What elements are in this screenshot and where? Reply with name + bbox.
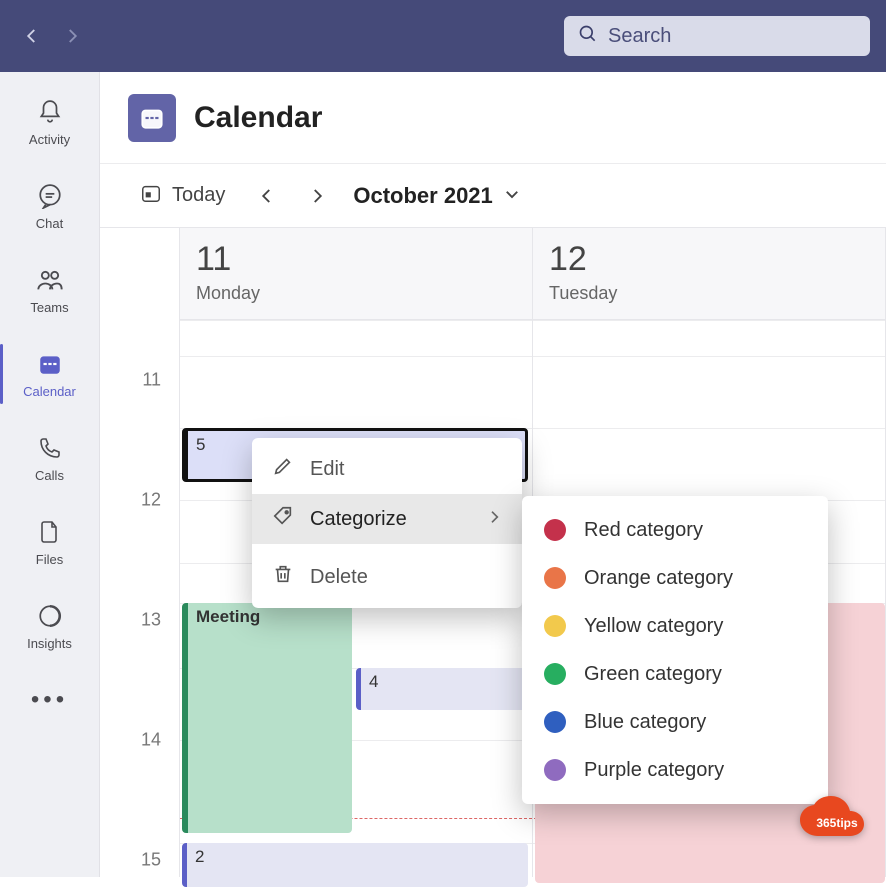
watermark-badge: 365tips — [798, 796, 876, 851]
rail-label: Insights — [27, 636, 72, 651]
rail-more-button[interactable]: ••• — [31, 686, 68, 714]
event-title: 5 — [196, 435, 205, 454]
category-label: Blue category — [584, 711, 706, 734]
phone-icon — [36, 434, 64, 462]
category-label: Red category — [584, 519, 703, 542]
file-icon — [36, 518, 64, 546]
categorize-submenu: Red category Orange category Yellow cate… — [522, 496, 828, 804]
rail-chat[interactable]: Chat — [0, 164, 99, 248]
category-red[interactable]: Red category — [522, 506, 828, 554]
event[interactable]: 4 — [356, 668, 528, 710]
category-orange[interactable]: Orange category — [522, 554, 828, 602]
time-gutter: 11 12 13 14 15 — [100, 228, 180, 877]
day-header: 12 Tuesday — [533, 228, 885, 320]
color-swatch — [544, 711, 566, 733]
calendar-icon — [36, 350, 64, 378]
page-header: Calendar — [100, 72, 886, 164]
event-title: Meeting — [196, 607, 260, 626]
hour-label: 12 — [141, 490, 161, 511]
chevron-down-icon — [503, 183, 521, 209]
context-menu-categorize[interactable]: Categorize — [252, 494, 522, 544]
chevron-right-icon — [486, 508, 502, 531]
rail-label: Teams — [30, 300, 68, 315]
menu-label: Edit — [310, 458, 344, 481]
today-label: Today — [172, 184, 225, 207]
day-name: Monday — [196, 283, 516, 304]
hour-label: 13 — [141, 610, 161, 631]
color-swatch — [544, 519, 566, 541]
rail-activity[interactable]: Activity — [0, 80, 99, 164]
day-name: Tuesday — [549, 283, 869, 304]
month-label: October 2021 — [353, 183, 492, 209]
main-area: Calendar Today October 2021 — [100, 72, 886, 877]
rail-files[interactable]: Files — [0, 500, 99, 584]
people-icon — [36, 266, 64, 294]
event-title: 4 — [369, 672, 378, 691]
today-icon — [140, 182, 162, 210]
rail-teams[interactable]: Teams — [0, 248, 99, 332]
day-header: 11 Monday — [180, 228, 532, 320]
title-bar — [0, 0, 886, 72]
category-label: Green category — [584, 663, 722, 686]
trash-icon — [272, 563, 294, 591]
history-back-button[interactable] — [16, 20, 48, 52]
edit-icon — [272, 455, 294, 483]
color-swatch — [544, 663, 566, 685]
watermark-text: 365tips — [816, 816, 858, 830]
app-rail: Activity Chat Teams Calendar Calls — [0, 72, 100, 877]
day-number: 12 — [549, 240, 869, 279]
context-menu-edit[interactable]: Edit — [252, 444, 522, 494]
category-label: Purple category — [584, 759, 724, 782]
category-green[interactable]: Green category — [522, 650, 828, 698]
category-yellow[interactable]: Yellow category — [522, 602, 828, 650]
next-period-button[interactable] — [297, 176, 337, 216]
rail-calls[interactable]: Calls — [0, 416, 99, 500]
hour-label: 14 — [141, 730, 161, 751]
rail-label: Calls — [35, 468, 64, 483]
chat-icon — [36, 182, 64, 210]
insights-icon — [36, 602, 64, 630]
prev-period-button[interactable] — [247, 176, 287, 216]
rail-calendar[interactable]: Calendar — [0, 332, 99, 416]
rail-insights[interactable]: Insights — [0, 584, 99, 668]
today-button[interactable]: Today — [128, 176, 237, 216]
rail-label: Chat — [36, 216, 63, 231]
rail-label: Files — [36, 552, 63, 567]
category-purple[interactable]: Purple category — [522, 746, 828, 794]
menu-label: Categorize — [310, 508, 407, 531]
hour-label: 11 — [142, 370, 161, 391]
color-swatch — [544, 567, 566, 589]
calendar-app-icon — [128, 94, 176, 142]
menu-label: Delete — [310, 566, 368, 589]
color-swatch — [544, 759, 566, 781]
rail-label: Activity — [29, 132, 70, 147]
calendar-toolbar: Today October 2021 — [100, 164, 886, 228]
search-input[interactable] — [608, 25, 856, 48]
event-meeting[interactable]: Meeting — [182, 603, 352, 833]
context-menu: Edit Categorize Delete — [252, 438, 522, 608]
bell-icon — [36, 98, 64, 126]
event-title: 2 — [195, 847, 204, 866]
category-label: Orange category — [584, 567, 733, 590]
search-icon — [578, 24, 598, 49]
event[interactable]: 2 — [182, 843, 528, 887]
color-swatch — [544, 615, 566, 637]
month-picker[interactable]: October 2021 — [353, 183, 520, 209]
day-number: 11 — [196, 240, 516, 279]
category-label: Yellow category — [584, 615, 723, 638]
rail-label: Calendar — [23, 384, 76, 399]
category-blue[interactable]: Blue category — [522, 698, 828, 746]
context-menu-delete[interactable]: Delete — [252, 552, 522, 602]
tag-icon — [272, 505, 294, 533]
page-title: Calendar — [194, 101, 322, 135]
search-box[interactable] — [564, 16, 870, 56]
history-forward-button[interactable] — [56, 20, 88, 52]
hour-label: 15 — [141, 850, 161, 871]
